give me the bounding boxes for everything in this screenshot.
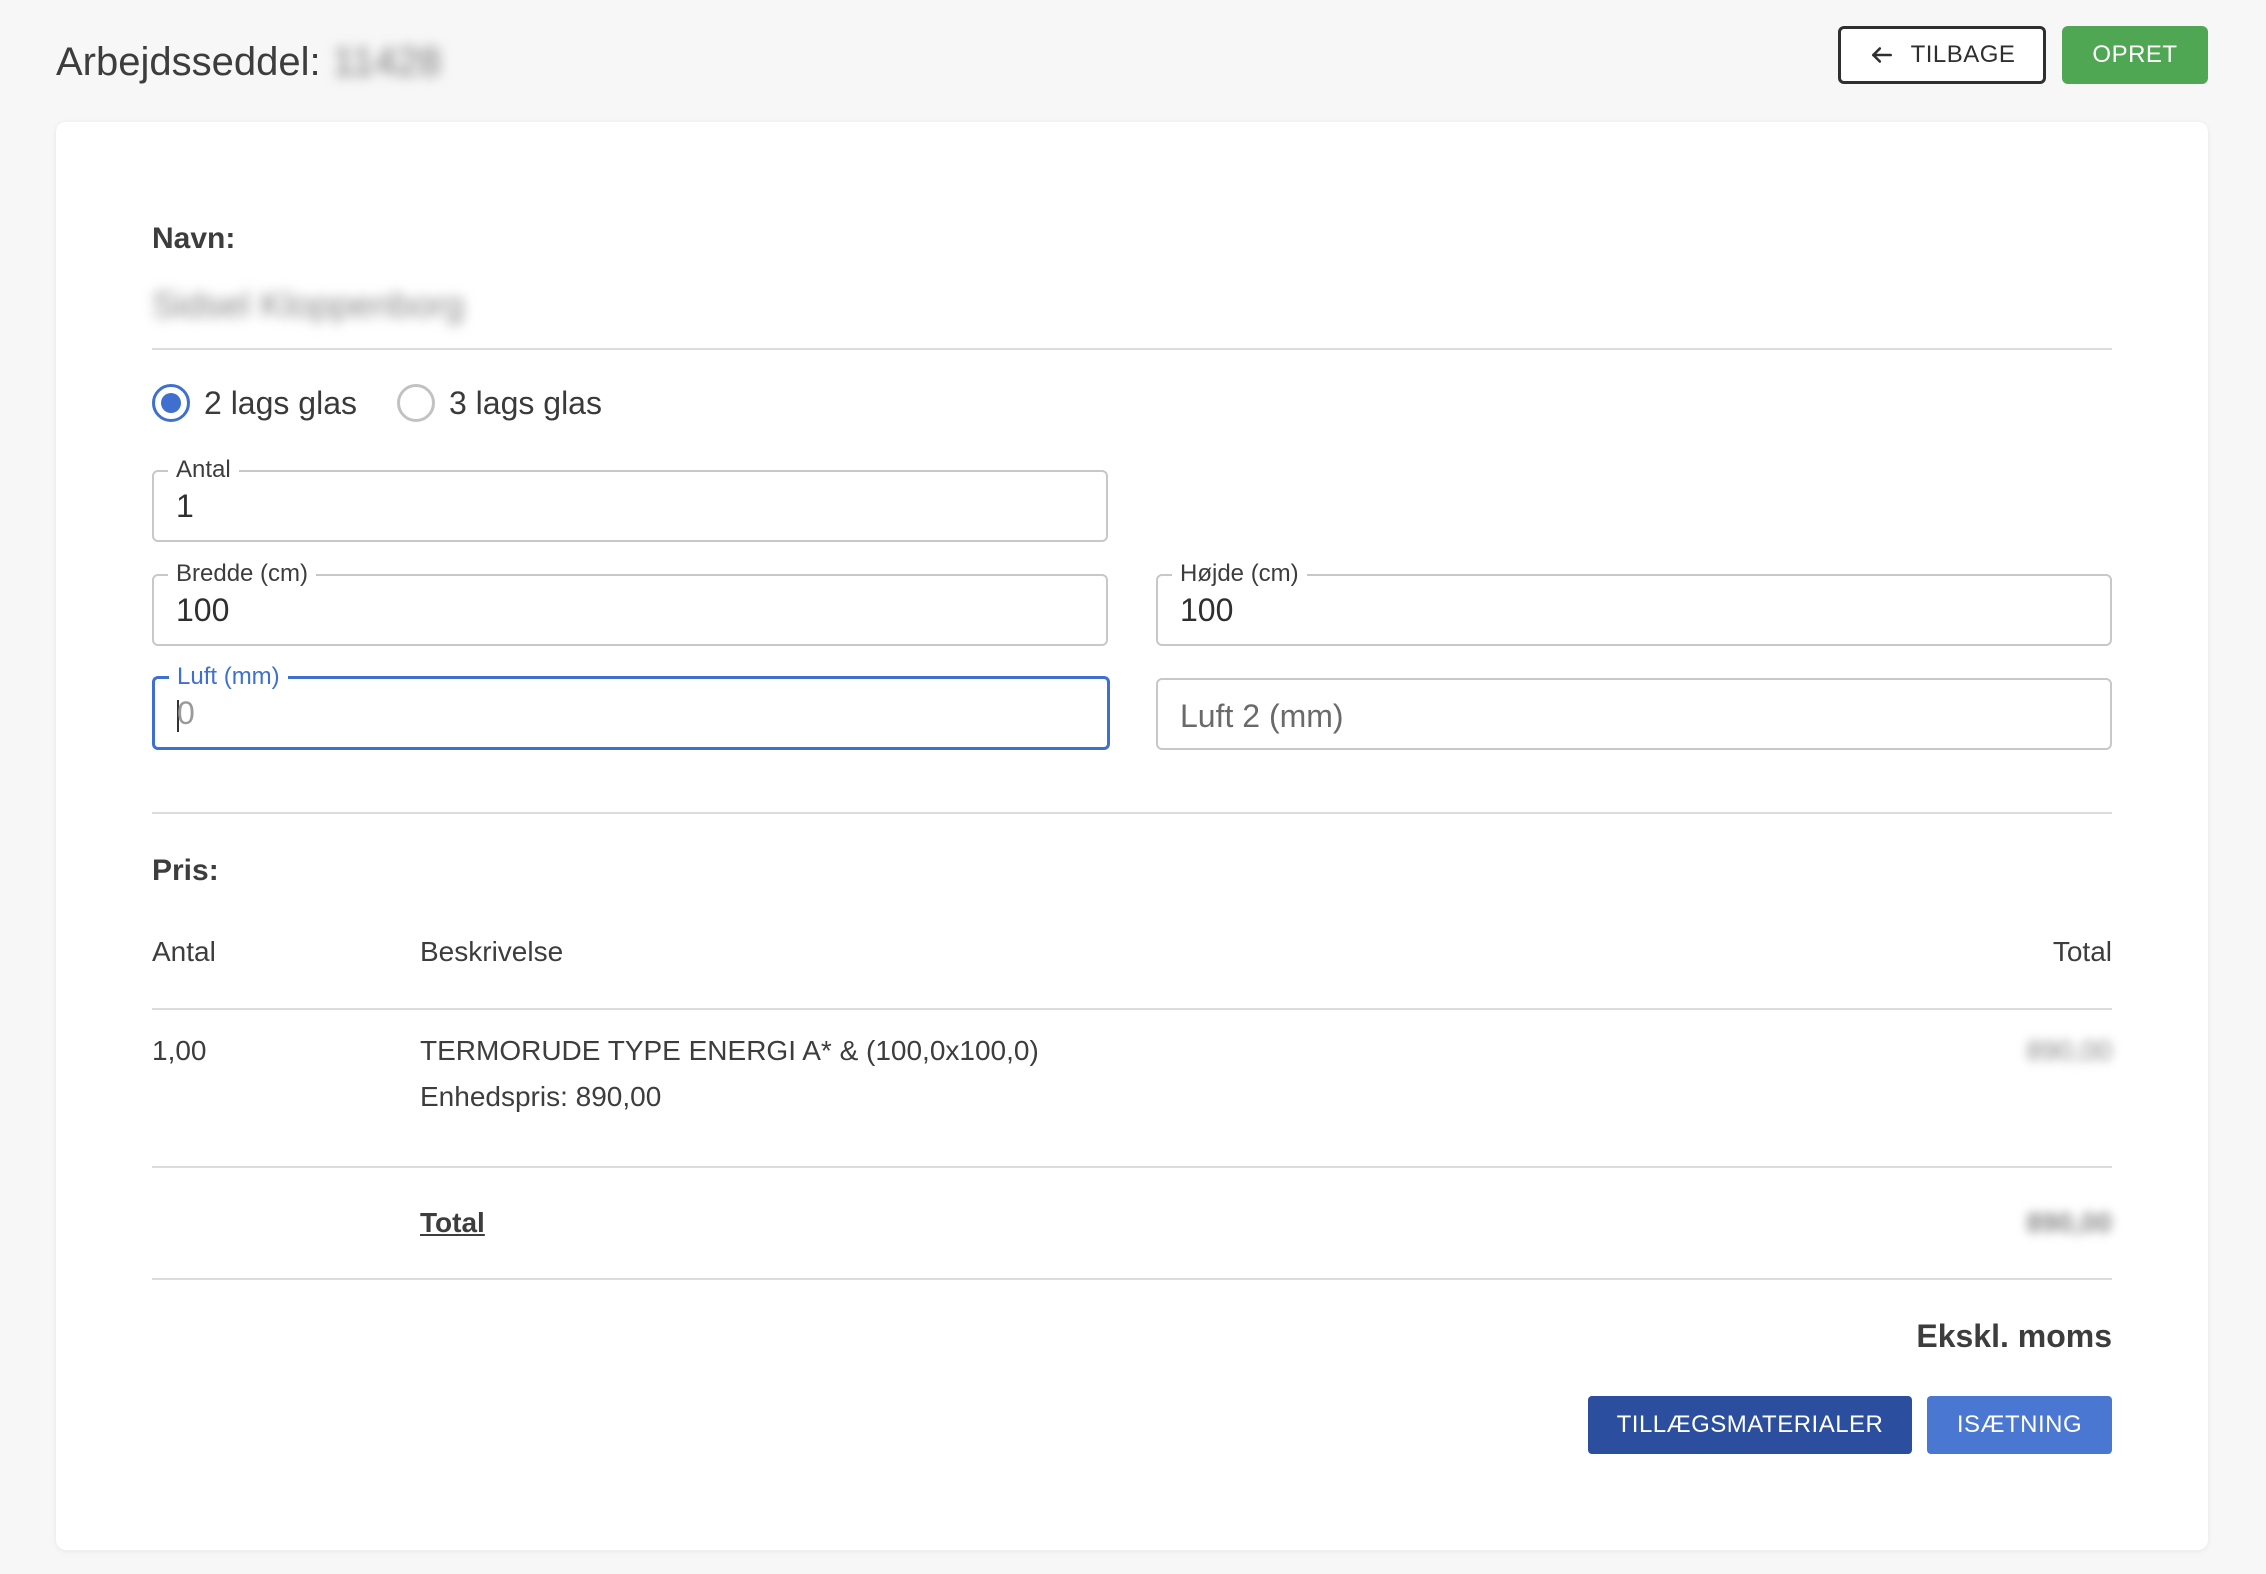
create-button-label: OPRET (2092, 41, 2178, 68)
radio-2-lags-glas[interactable]: 2 lags glas (152, 384, 357, 422)
back-button-label: TILBAGE (1910, 41, 2016, 68)
radio-3-lags-glas[interactable]: 3 lags glas (396, 384, 602, 422)
excl-vat-note: Ekskl. moms (1916, 1318, 2112, 1354)
antal-field-label: Antal (168, 455, 239, 485)
hojde-field-value: 100 (1180, 592, 1234, 628)
row-antal: 1,00 (152, 1035, 207, 1066)
column-header-beskrivelse: Beskrivelse (420, 936, 564, 967)
row-beskrivelse: TERMORUDE TYPE ENERGI A* & (100,0x100,0) (420, 1035, 1039, 1066)
luft-field[interactable]: Luft (mm) 0 (152, 662, 1110, 750)
luft-field-value: 0 (177, 693, 195, 733)
arrow-left-icon (1871, 47, 1892, 63)
bredde-field-label: Bredde (cm) (168, 559, 317, 589)
luft-field-value-text: 0 (177, 695, 195, 731)
radio-unchecked-icon (396, 384, 435, 422)
antal-field-value: 1 (176, 488, 194, 524)
name-value: Sidsel Kloppenborg (152, 284, 465, 325)
page: Arbejdsseddel: 11428 TILBAGE OPRET Navn:… (0, 0, 2266, 1574)
name-divider (152, 348, 2112, 350)
luft2-field-placeholder: Luft 2 (mm) (1180, 698, 1344, 734)
row-enhedspris: Enhedspris: 890,00 (420, 1081, 662, 1112)
page-title-prefix: Arbejdsseddel: (56, 40, 321, 84)
form-divider (152, 812, 2112, 814)
name-label: Navn: (152, 222, 236, 255)
glass-type-radio-group: 2 lags glas 3 lags glas (152, 384, 602, 422)
row-total: 890,00 (2026, 1035, 2112, 1066)
total-divider (152, 1278, 2112, 1280)
table-row-divider (152, 1166, 2112, 1168)
bredde-field[interactable]: Bredde (cm) 100 (152, 559, 1108, 646)
additional-materials-button[interactable]: TILLÆGSMATERIALER (1588, 1396, 1912, 1454)
radio-2-lags-label: 2 lags glas (204, 384, 357, 421)
luft-field-label: Luft (mm) (169, 662, 288, 692)
radio-checked-icon (152, 384, 190, 422)
bredde-field-value: 100 (176, 592, 230, 628)
mounting-label: ISÆTNING (1956, 1411, 2083, 1438)
additional-materials-label: TILLÆGSMATERIALER (1616, 1411, 1884, 1438)
luft2-field[interactable]: Luft 2 (mm) (1156, 678, 2112, 750)
work-order-number: 11428 (332, 40, 441, 84)
page-title: Arbejdsseddel: 11428 (56, 40, 441, 85)
price-title: Pris: (152, 854, 219, 887)
column-header-antal: Antal (152, 936, 216, 967)
hojde-field[interactable]: Højde (cm) 100 (1156, 559, 2112, 646)
work-order-card: Navn: Sidsel Kloppenborg 2 lags glas 3 l… (56, 122, 2208, 1550)
mounting-button[interactable]: ISÆTNING (1927, 1396, 2112, 1454)
antal-field[interactable]: Antal 1 (152, 455, 1108, 542)
total-label[interactable]: Total (420, 1200, 485, 1246)
create-button[interactable]: OPRET (2062, 26, 2208, 84)
radio-3-lags-label: 3 lags glas (448, 384, 602, 421)
total-value: 890,00 (2026, 1207, 2112, 1238)
column-header-total: Total (2052, 936, 2112, 967)
table-header-divider (152, 1008, 2112, 1010)
back-button[interactable]: TILBAGE (1838, 26, 2046, 84)
hojde-field-label: Højde (cm) (1172, 559, 1307, 589)
